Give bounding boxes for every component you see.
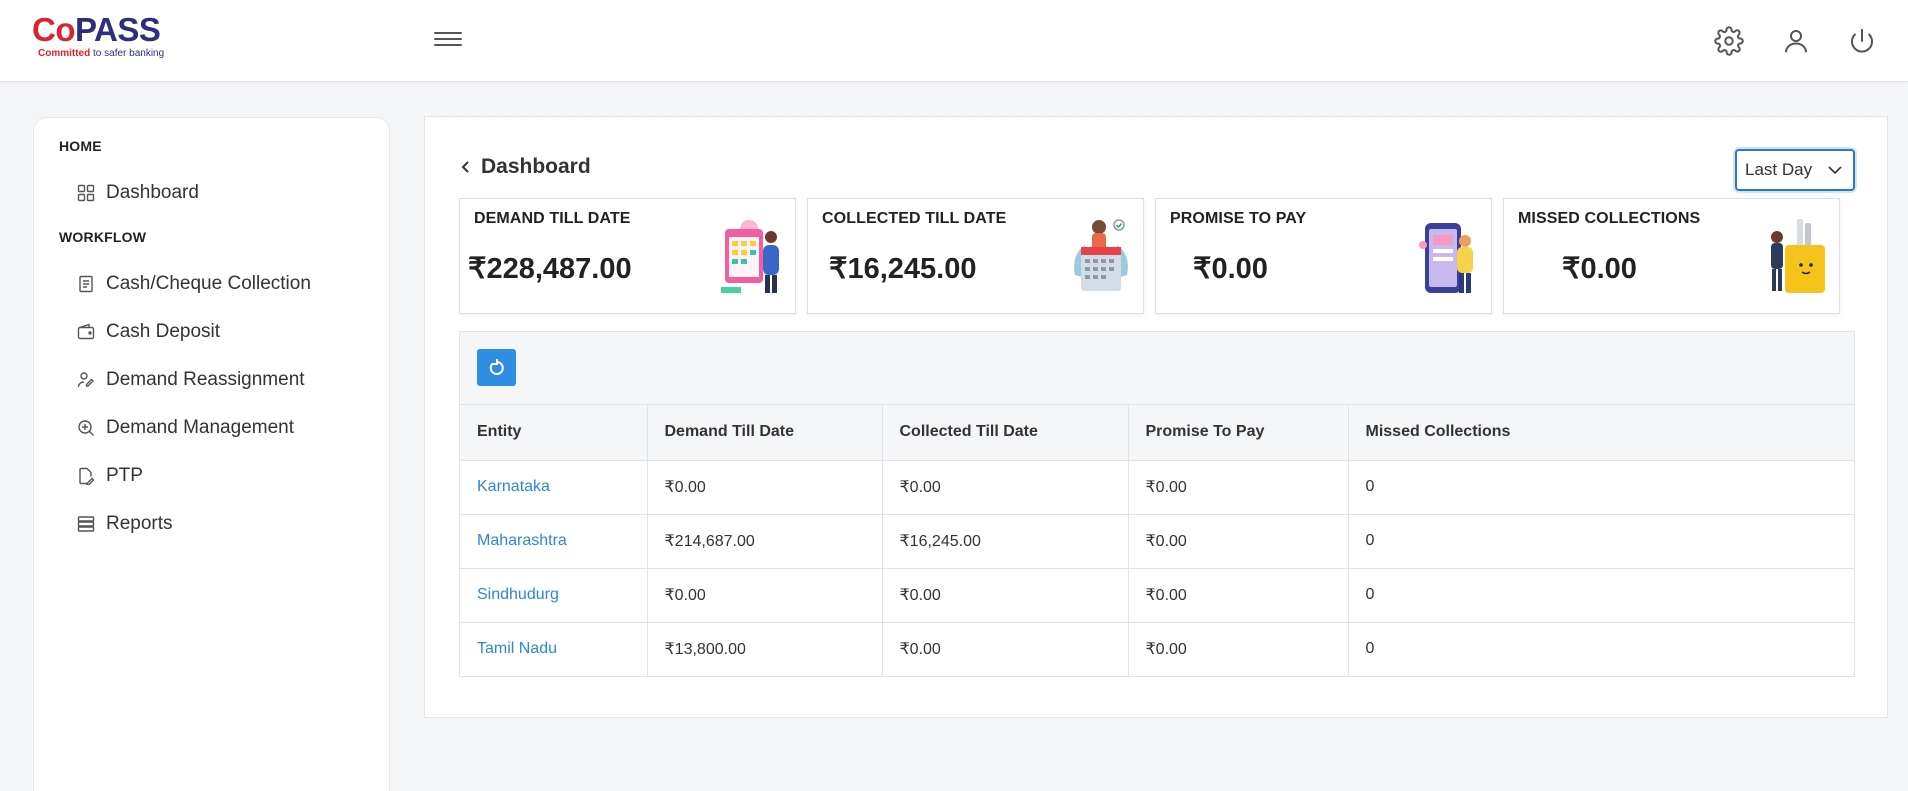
sidebar-item-dashboard[interactable]: Dashboard	[76, 176, 199, 210]
back-to-dashboard-link[interactable]: Dashboard	[459, 155, 591, 179]
sidebar-item-label: PTP	[106, 465, 143, 486]
sidebar-item-label: Dashboard	[106, 182, 199, 203]
column-header-entity[interactable]: Entity	[460, 405, 648, 461]
table-cell: ₹0.00	[882, 568, 1129, 623]
user-profile-icon[interactable]	[1781, 26, 1811, 56]
entity-table-container: Entity Demand Till Date Collected Till D…	[459, 331, 1855, 677]
calendar-person-illustration-icon	[721, 220, 779, 293]
user-edit-icon	[76, 370, 96, 390]
table-row: Karnataka ₹0.00 ₹0.00 ₹0.00 0	[460, 460, 1854, 515]
entity-link[interactable]: Tamil Nadu	[477, 640, 557, 657]
column-header-missed-collections[interactable]: Missed Collections	[1348, 405, 1854, 461]
calendar-checkmark-illustration-icon	[1074, 219, 1128, 291]
pen-doc-icon	[76, 466, 96, 486]
table-cell: ₹13,800.00	[647, 622, 883, 676]
stat-card-collected: COLLECTED TILL DATE ₹16,245.00	[807, 198, 1144, 314]
table-cell: ₹0.00	[647, 568, 883, 623]
table-cell: ₹0.00	[1128, 514, 1349, 569]
card-title: DEMAND TILL DATE	[474, 210, 631, 227]
card-value: ₹228,487.00	[468, 253, 632, 285]
period-select[interactable]: Last Day	[1735, 149, 1855, 191]
card-value: ₹0.00	[1562, 253, 1637, 285]
chevron-down-icon	[1828, 166, 1842, 175]
table-toolbar	[460, 332, 1854, 405]
column-header-demand-till-date[interactable]: Demand Till Date	[647, 405, 883, 461]
grid-icon	[76, 183, 96, 203]
table-cell: ₹0.00	[1128, 622, 1349, 676]
dashboard-panel: Dashboard Last Day DEMAND TILL DATE ₹228…	[424, 116, 1888, 718]
stack-icon	[76, 514, 96, 534]
column-header-collected-till-date[interactable]: Collected Till Date	[882, 405, 1129, 461]
table-cell: ₹0.00	[647, 460, 883, 515]
wallet-icon	[76, 322, 96, 342]
card-value: ₹0.00	[1193, 253, 1268, 285]
entity-table: Entity Demand Till Date Collected Till D…	[460, 405, 1854, 676]
refresh-button[interactable]	[477, 349, 516, 386]
stat-card-promise-to-pay: PROMISE TO PAY ₹0.00	[1155, 198, 1492, 314]
table-row: Sindhudurg ₹0.00 ₹0.00 ₹0.00 0	[460, 568, 1854, 623]
power-icon[interactable]	[1847, 26, 1877, 56]
table-row: Maharashtra ₹214,687.00 ₹16,245.00 ₹0.00…	[460, 514, 1854, 569]
sidebar-item-cash-deposit[interactable]: Cash Deposit	[76, 315, 220, 349]
hamburger-menu-icon[interactable]	[434, 28, 462, 52]
table-cell: 0	[1365, 640, 1375, 658]
table-cell: ₹214,687.00	[647, 514, 883, 569]
table-cell: ₹0.00	[1128, 460, 1349, 515]
table-cell: ₹0.00	[1128, 568, 1349, 623]
table-row: Tamil Nadu ₹13,800.00 ₹0.00 ₹0.00 0	[460, 622, 1854, 676]
settings-gear-icon[interactable]	[1714, 26, 1744, 56]
phone-payment-illustration-icon	[1419, 223, 1473, 293]
table-header-row: Entity Demand Till Date Collected Till D…	[460, 405, 1854, 461]
sidebar-item-demand-management[interactable]: Demand Management	[76, 411, 294, 445]
entity-link[interactable]: Karnataka	[477, 478, 550, 495]
table-cell: 0	[1348, 460, 1854, 515]
zoom-plus-icon	[76, 418, 96, 438]
card-title: MISSED COLLECTIONS	[1518, 210, 1701, 227]
table-cell: ₹0.00	[882, 460, 1129, 515]
stat-card-missed-collections: MISSED COLLECTIONS ₹0.00	[1503, 198, 1840, 314]
page-title: Dashboard	[481, 155, 591, 178]
top-navbar: CoPASS Committed to safer banking	[0, 0, 1908, 82]
sidebar-item-reports[interactable]: Reports	[76, 507, 173, 541]
sidebar-item-label: Demand Reassignment	[106, 369, 305, 390]
column-header-promise-to-pay[interactable]: Promise To Pay	[1128, 405, 1349, 461]
refresh-icon	[489, 358, 504, 375]
chevron-left-icon	[461, 161, 469, 173]
sidebar-item-label: Reports	[106, 513, 173, 534]
sidebar-section-workflow: WORKFLOW	[59, 229, 147, 245]
sidebar-item-label: Cash Deposit	[106, 321, 221, 342]
table-cell: ₹16,245.00	[882, 514, 1129, 569]
copass-logo[interactable]: CoPASS Committed to safer banking	[32, 11, 182, 60]
sidebar-item-cash-cheque-collection[interactable]: Cash/Cheque Collection	[76, 267, 311, 301]
card-title: COLLECTED TILL DATE	[822, 210, 1007, 227]
logo-tagline: Committed to safer banking	[38, 48, 165, 59]
sidebar-section-home: HOME	[59, 138, 102, 154]
table-cell: 0	[1348, 568, 1854, 623]
document-icon	[76, 274, 96, 294]
card-title: PROMISE TO PAY	[1170, 210, 1307, 227]
entity-link[interactable]: Maharashtra	[477, 532, 567, 549]
sidebar-item-ptp[interactable]: PTP	[76, 459, 143, 493]
sidebar-item-label: Cash/Cheque Collection	[106, 273, 311, 294]
sidebar-item-demand-reassignment[interactable]: Demand Reassignment	[76, 363, 305, 397]
stat-card-demand: DEMAND TILL DATE ₹228,487.00	[459, 198, 796, 314]
logo-wordmark: CoPASS	[32, 11, 161, 48]
sidebar: HOME Dashboard WORKFLOW Cash/Cheque Coll…	[33, 117, 390, 791]
table-cell: 0	[1348, 514, 1854, 569]
card-value: ₹16,245.00	[829, 253, 977, 285]
entity-link[interactable]: Sindhudurg	[477, 586, 559, 603]
period-select-value: Last Day	[1745, 160, 1813, 179]
table-cell: ₹0.00	[882, 622, 1129, 676]
wallet-person-illustration-icon	[1771, 219, 1825, 293]
sidebar-item-label: Demand Management	[106, 417, 294, 438]
